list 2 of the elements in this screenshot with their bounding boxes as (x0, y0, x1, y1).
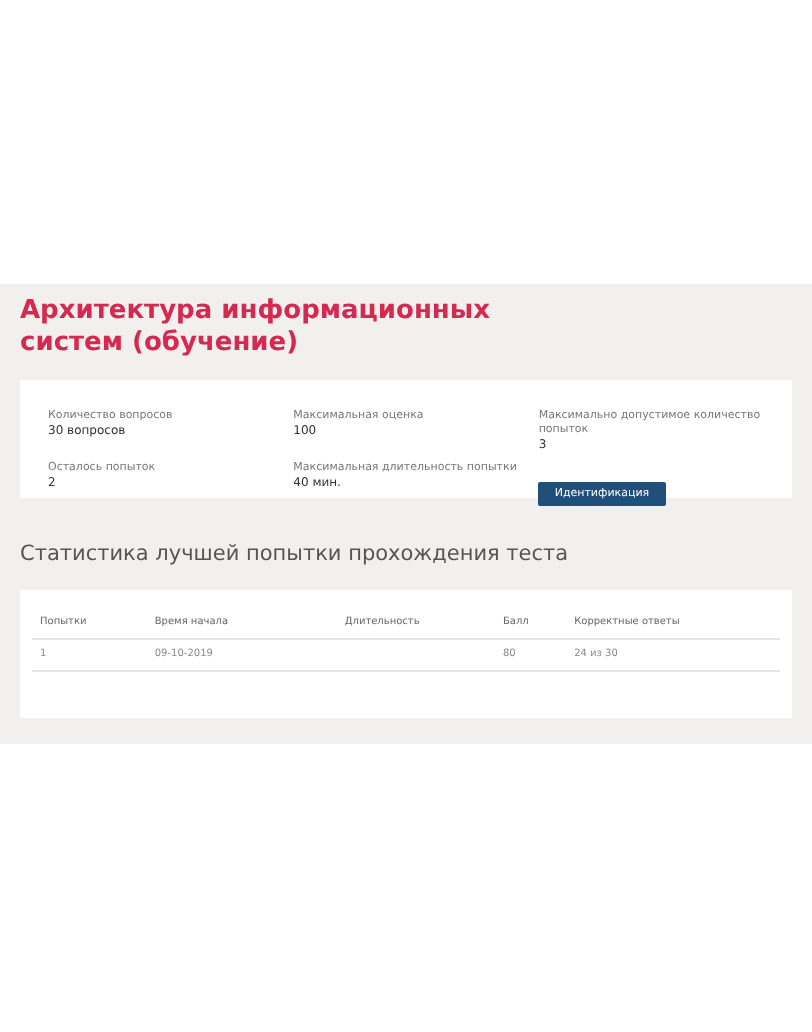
section-heading: Статистика лучшей попытки прохождения теста (20, 542, 571, 568)
page-title: Архитектура информационных систем (обучение) (20, 296, 493, 360)
